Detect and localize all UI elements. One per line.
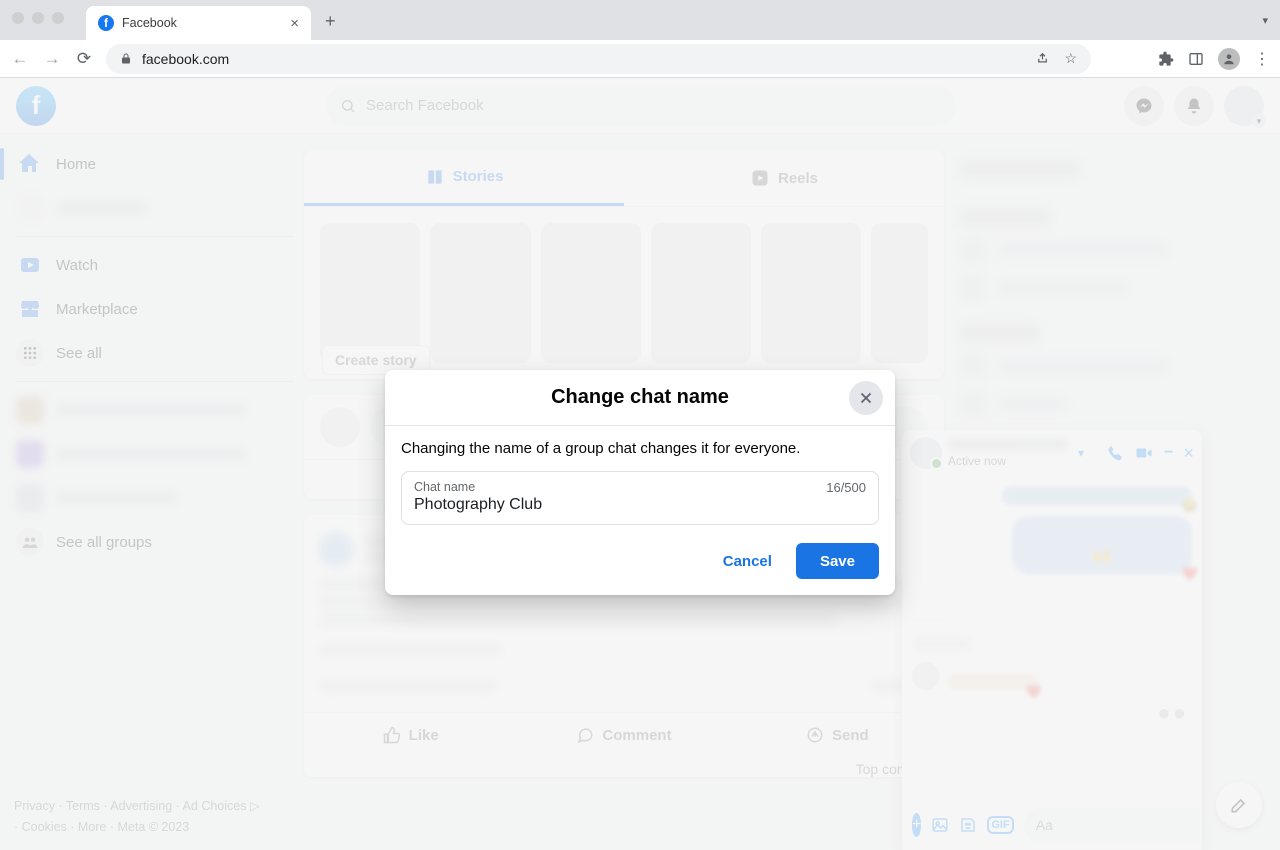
new-tab-button[interactable]: + bbox=[325, 11, 336, 32]
lock-icon bbox=[120, 52, 132, 65]
char-counter: 16/500 bbox=[826, 480, 866, 495]
address-bar[interactable]: facebook.com ☆ bbox=[106, 44, 1091, 74]
chat-name-input[interactable] bbox=[414, 494, 866, 514]
url-text: facebook.com bbox=[142, 51, 229, 67]
star-icon[interactable]: ☆ bbox=[1064, 50, 1077, 67]
modal-overlay[interactable]: Change chat name Changing the name of a … bbox=[0, 78, 1280, 850]
field-label: Chat name bbox=[414, 480, 866, 494]
extensions-icon[interactable] bbox=[1158, 51, 1174, 67]
cancel-button[interactable]: Cancel bbox=[705, 543, 790, 579]
panel-icon[interactable] bbox=[1188, 51, 1204, 67]
back-button[interactable]: ← bbox=[10, 49, 30, 69]
reload-button[interactable]: ⟳ bbox=[74, 49, 94, 69]
change-chat-name-modal: Change chat name Changing the name of a … bbox=[385, 370, 895, 595]
browser-tab[interactable]: f Facebook × bbox=[86, 6, 311, 40]
tabs-dropdown-icon[interactable]: ▾ bbox=[1262, 14, 1268, 27]
kebab-menu-icon[interactable]: ⋮ bbox=[1254, 49, 1270, 69]
forward-button[interactable]: → bbox=[42, 49, 62, 69]
browser-chrome: f Facebook × + ▾ ← → ⟳ facebook.com ☆ bbox=[0, 0, 1280, 78]
close-modal-button[interactable] bbox=[849, 381, 883, 415]
share-icon[interactable] bbox=[1035, 50, 1050, 67]
favicon-facebook: f bbox=[98, 15, 114, 31]
browser-profile-icon[interactable] bbox=[1218, 48, 1240, 70]
tab-title: Facebook bbox=[122, 16, 177, 30]
save-button[interactable]: Save bbox=[796, 543, 879, 579]
chat-name-field[interactable]: Chat name 16/500 bbox=[401, 471, 879, 525]
window-traffic-lights bbox=[12, 12, 64, 24]
close-tab-icon[interactable]: × bbox=[290, 15, 299, 32]
modal-title: Change chat name bbox=[551, 386, 729, 409]
modal-description: Changing the name of a group chat change… bbox=[401, 440, 879, 457]
